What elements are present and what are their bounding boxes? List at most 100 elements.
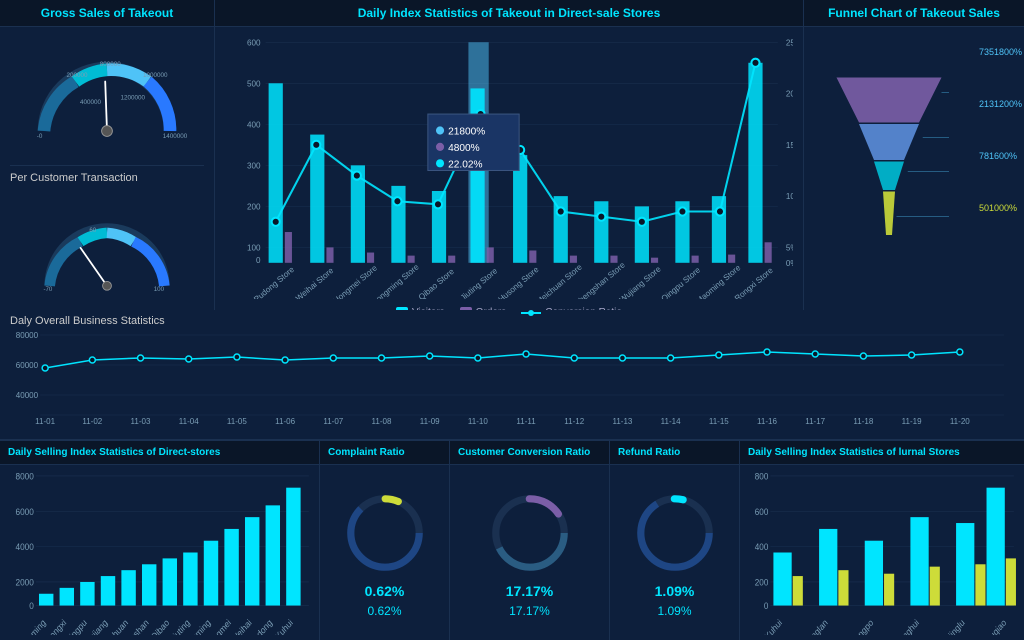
refund-ratio-value: 1.09% <box>655 583 695 599</box>
svg-text:11-08: 11-08 <box>372 417 392 425</box>
daily-selling-direct-chart: 8000 6000 4000 2000 0 <box>0 465 319 640</box>
center-panel: Daily Index Statistics of Takeout in Dir… <box>215 0 804 324</box>
svg-text:21800%: 21800% <box>448 127 485 138</box>
svg-text:60: 60 <box>89 227 96 234</box>
svg-text:2000: 2000 <box>16 577 34 588</box>
svg-text:Weihai: Weihai <box>229 617 253 635</box>
refund-ratio-sub: 1.09% <box>657 604 691 618</box>
refund-ratio-title: Refund Ratio <box>610 441 739 465</box>
daily-selling-direct-title: Daily Selling Index Statistics of Direct… <box>0 441 319 465</box>
svg-text:Hongmei Store: Hongmei Store <box>332 263 380 299</box>
svg-text:Rongxi: Rongxi <box>43 617 68 635</box>
svg-text:Qibao Store: Qibao Store <box>417 267 456 299</box>
svg-text:Jiuting: Jiuting <box>168 617 191 635</box>
gauge-wrapper: -0 200000 800000 1000000 1400000 400000 … <box>10 50 204 143</box>
funnel-label-1: 7351800% <box>979 47 1022 57</box>
complaint-ratio-panel: Complaint Ratio 0.62% 0.62% <box>320 441 450 640</box>
svg-text:20%: 20% <box>786 90 793 99</box>
svg-text:11-03: 11-03 <box>131 417 151 425</box>
complaint-ratio-value: 0.62% <box>365 583 405 599</box>
svg-text:100: 100 <box>154 286 165 292</box>
customer-conversion-gauge: 17.17% 17.17% <box>450 465 609 640</box>
svg-text:1200000: 1200000 <box>121 94 146 101</box>
svg-text:0%: 0% <box>786 259 793 268</box>
svg-text:11-07: 11-07 <box>323 417 343 425</box>
svg-text:-70: -70 <box>43 286 52 292</box>
svg-text:200000: 200000 <box>67 72 89 79</box>
svg-text:11-09: 11-09 <box>420 417 440 425</box>
svg-text:Wujiang Store: Wujiang Store <box>618 264 663 299</box>
svg-text:800000: 800000 <box>100 61 122 68</box>
daily-index-title: Daily Index Statistics of Takeout in Dir… <box>215 0 803 27</box>
svg-text:0: 0 <box>256 256 261 265</box>
svg-text:Nangjinglu: Nangjinglu <box>933 617 967 635</box>
daily-selling-lurnal-title: Daily Selling Index Statistics of lurnal… <box>740 441 1024 465</box>
svg-text:600: 600 <box>247 38 261 47</box>
svg-text:4800%: 4800% <box>448 143 480 154</box>
svg-text:25%: 25% <box>786 38 793 47</box>
top-row: Gross Sales of Takeout <box>0 0 1024 310</box>
svg-text:Qibao: Qibao <box>149 617 171 635</box>
svg-text:Xuhui: Xuhui <box>763 617 784 635</box>
svg-text:100: 100 <box>247 243 261 252</box>
conversion-ratio-value: 17.17% <box>506 583 553 599</box>
svg-text:60000: 60000 <box>16 361 39 370</box>
svg-text:Husong Store: Husong Store <box>497 265 541 299</box>
svg-text:0: 0 <box>764 600 769 611</box>
refund-ratio-gauge: 1.09% 1.09% <box>610 465 739 640</box>
svg-text:11-01: 11-01 <box>35 417 55 425</box>
complaint-ratio-sub: 0.62% <box>367 604 401 618</box>
conversion-ratio-sub: 17.17% <box>509 604 550 618</box>
svg-text:Maoming: Maoming <box>17 617 48 635</box>
svg-text:11-12: 11-12 <box>564 417 584 425</box>
svg-text:11-20: 11-20 <box>950 417 970 425</box>
dashboard: Gross Sales of Takeout <box>0 0 1024 640</box>
customer-conversion-title: Customer Conversion Ratio <box>450 441 609 465</box>
svg-text:11-18: 11-18 <box>853 417 873 425</box>
middle-row: Daly Overall Business Statistics 80000 6… <box>0 310 1024 440</box>
complaint-ratio-gauge: 0.62% 0.62% <box>320 465 449 640</box>
svg-text:1400000: 1400000 <box>163 133 188 140</box>
funnel-label-4: 501000% <box>979 203 1022 213</box>
svg-text:11-06: 11-06 <box>275 417 295 425</box>
per-customer-gauge-container: -70 60 100 <box>0 190 214 323</box>
svg-text:11-17: 11-17 <box>805 417 825 425</box>
svg-text:Donglan: Donglan <box>802 617 830 635</box>
svg-text:11-19: 11-19 <box>902 417 922 425</box>
daily-selling-direct-panel: Daily Selling Index Statistics of Direct… <box>0 441 320 640</box>
svg-text:400: 400 <box>247 120 261 129</box>
svg-text:15%: 15% <box>786 141 793 150</box>
lurnal-stores-svg: 800 600 400 200 0 <box>745 470 1019 635</box>
svg-text:300: 300 <box>247 161 261 170</box>
funnel-container: 7351800% 2131200% 781600% 501000% <box>804 27 1024 324</box>
svg-text:-0: -0 <box>37 133 43 140</box>
svg-text:11-11: 11-11 <box>516 417 536 425</box>
svg-text:800: 800 <box>755 471 769 482</box>
per-customer-gauge-svg: -70 60 100 <box>32 217 182 292</box>
svg-text:8000: 8000 <box>16 471 34 482</box>
svg-text:Dapuqiao: Dapuqiao <box>977 617 1008 635</box>
funnel-value-labels: 7351800% 2131200% 781600% 501000% <box>979 47 1022 213</box>
complaint-ratio-title: Complaint Ratio <box>320 441 449 465</box>
bottom-row: Daily Selling Index Statistics of Direct… <box>0 440 1024 640</box>
svg-text:11-15: 11-15 <box>709 417 729 425</box>
svg-text:11-10: 11-10 <box>468 417 488 425</box>
svg-text:600: 600 <box>755 506 769 517</box>
svg-text:0: 0 <box>29 601 34 612</box>
svg-text:200: 200 <box>247 202 261 211</box>
per-customer-title: Per Customer Transaction <box>0 166 214 190</box>
svg-text:500: 500 <box>247 79 261 88</box>
conversion-gauge-svg <box>485 488 575 578</box>
svg-text:11-13: 11-13 <box>612 417 632 425</box>
funnel-svg <box>829 55 949 295</box>
svg-text:80000: 80000 <box>16 331 39 340</box>
svg-text:Meichuan Store: Meichuan Store <box>534 262 584 298</box>
svg-text:Jiuting Store: Jiuting Store <box>459 266 500 299</box>
gross-sales-gauge-container: -0 200000 800000 1000000 1400000 400000 … <box>0 27 214 165</box>
customer-conversion-panel: Customer Conversion Ratio 17.17% 17.17% <box>450 441 610 640</box>
svg-text:10%: 10% <box>786 192 793 201</box>
direct-stores-svg: 8000 6000 4000 2000 0 <box>5 470 314 635</box>
overall-chart-svg: 80000 60000 40000 <box>10 330 1014 425</box>
svg-text:400: 400 <box>755 542 769 553</box>
lurnal-stores-chart: 800 600 400 200 0 <box>740 465 1024 640</box>
